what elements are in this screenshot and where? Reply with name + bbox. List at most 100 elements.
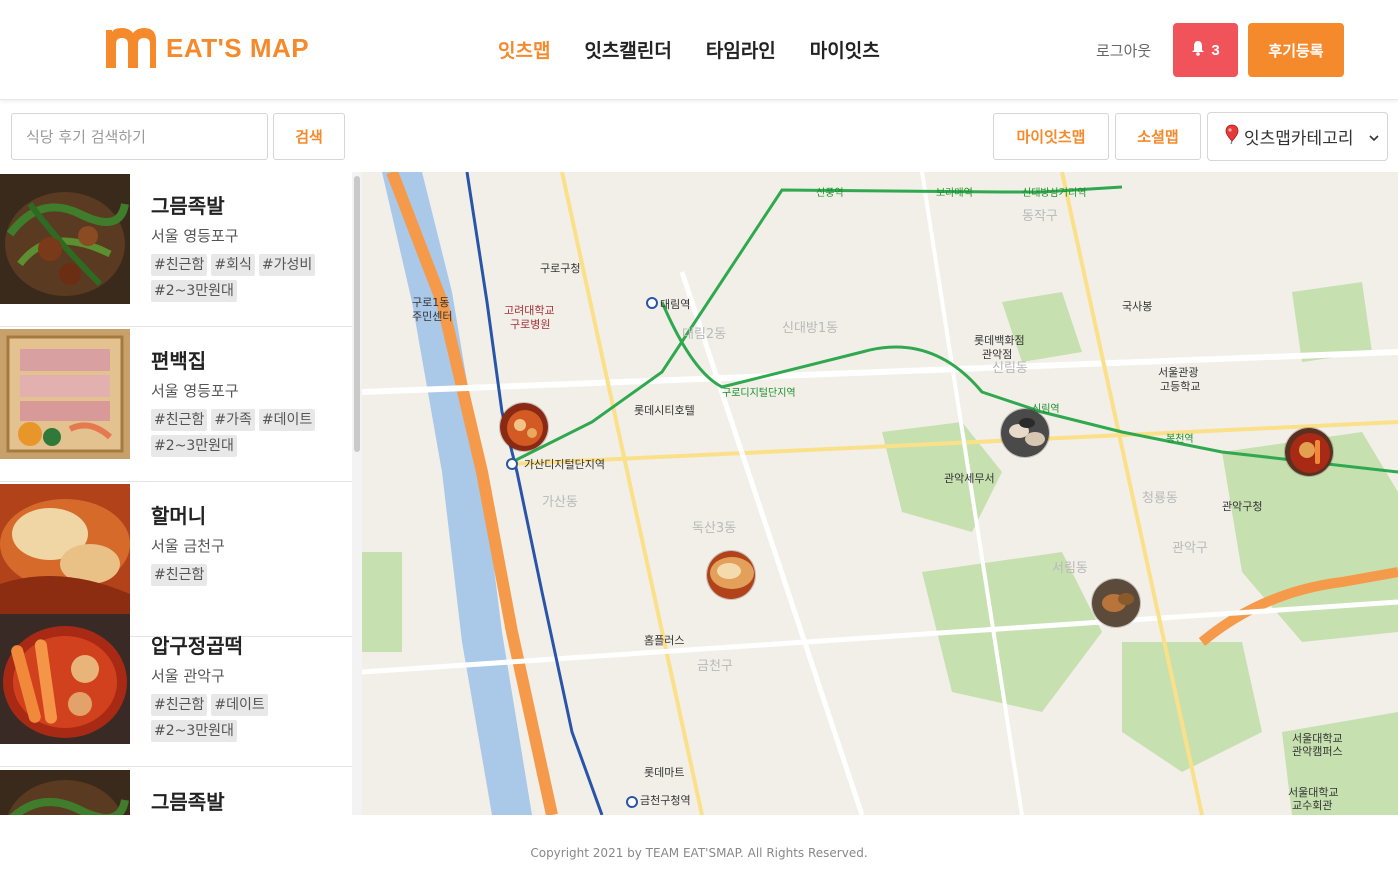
tag[interactable]: #친근함 — [151, 409, 208, 431]
restaurant-name: 압구정곱떡 — [151, 634, 243, 658]
logout-link[interactable]: 로그아웃 — [1096, 40, 1151, 61]
category-select[interactable]: 잇츠맵카테고리 — [1207, 112, 1388, 161]
svg-text:신풍역: 신풍역 — [816, 187, 844, 199]
svg-text:롯데백화점: 롯데백화점 — [974, 334, 1025, 347]
tag-list: #친근함 #회식 #가성비 #2~3만원대 — [151, 254, 341, 302]
chevron-down-icon — [1369, 130, 1379, 150]
tag[interactable]: #가족 — [211, 409, 255, 431]
restaurant-name: 그믐족발 — [151, 194, 225, 218]
tag[interactable]: #2~3만원대 — [151, 280, 237, 302]
restaurant-list[interactable]: 그믐족발 서울 영등포구 #친근함 #회식 #가성비 #2~3만원대 편백집 서… — [0, 172, 362, 815]
restaurant-photo — [0, 770, 130, 815]
svg-text:가산디지털단지역: 가산디지털단지역 — [524, 458, 605, 471]
svg-text:서울대학교: 서울대학교 — [1292, 732, 1343, 745]
logo[interactable]: EAT'S MAP — [104, 26, 309, 70]
restaurant-photo — [0, 174, 130, 304]
main-nav: 잇츠맵 잇츠캘린더 타임라인 마이잇츠 — [498, 36, 880, 63]
tag[interactable]: #회식 — [211, 254, 255, 276]
top-header: EAT'S MAP 잇츠맵 잇츠캘린더 타임라인 마이잇츠 로그아웃 3 후기등… — [0, 0, 1398, 100]
tag[interactable]: #친근함 — [151, 694, 208, 716]
svg-text:보라매역: 보라매역 — [936, 187, 973, 199]
svg-text:구로1동: 구로1동 — [412, 296, 449, 309]
svg-text:가산동: 가산동 — [542, 495, 578, 510]
map-marker-restaurant[interactable] — [1091, 578, 1141, 628]
tag[interactable]: #친근함 — [151, 564, 208, 586]
svg-text:신대방1동: 신대방1동 — [782, 321, 838, 336]
list-scrollbar-thumb[interactable] — [354, 176, 360, 452]
restaurant-location: 서울 관악구 — [151, 667, 225, 685]
nav-eatsmap[interactable]: 잇츠맵 — [498, 36, 550, 63]
svg-text:금천구청역: 금천구청역 — [640, 793, 691, 807]
svg-text:관악세무서: 관악세무서 — [944, 472, 995, 485]
social-map-button[interactable]: 소셜맵 — [1115, 113, 1201, 160]
category-select-label: 잇츠맵카테고리 — [1244, 129, 1354, 149]
notification-count: 3 — [1211, 41, 1220, 59]
svg-text:고등학교: 고등학교 — [1160, 380, 1200, 393]
restaurant-card[interactable]: 그믐족발 — [0, 768, 352, 815]
svg-text:대림2동: 대림2동 — [682, 327, 726, 342]
footer-copyright: Copyright 2021 by TEAM EAT'SMAP. All Rig… — [530, 846, 868, 860]
svg-text:롯데마트: 롯데마트 — [644, 766, 684, 779]
map-marker-restaurant[interactable] — [1284, 427, 1334, 477]
restaurant-location: 서울 영등포구 — [151, 382, 239, 400]
svg-text:서울관광: 서울관광 — [1158, 366, 1198, 379]
search-input[interactable] — [11, 113, 268, 160]
svg-text:구로디지털단지역: 구로디지털단지역 — [722, 387, 796, 399]
map-marker-restaurant[interactable] — [706, 550, 756, 600]
svg-text:청룡동: 청룡동 — [1142, 491, 1178, 506]
map-marker-restaurant[interactable] — [499, 402, 549, 452]
svg-text:서림동: 서림동 — [1052, 561, 1088, 576]
nav-my-eats[interactable]: 마이잇츠 — [810, 36, 880, 63]
svg-text:교수회관: 교수회관 — [1292, 799, 1332, 812]
map-view[interactable]: 동작구 관악구 금천구 신대방1동 대림2동 신림동 서림동 청룡동 독산3동 … — [362, 172, 1398, 815]
restaurant-photo — [0, 484, 130, 614]
restaurant-name: 편백집 — [151, 349, 207, 373]
restaurant-photo — [0, 329, 130, 459]
nav-timeline[interactable]: 타임라인 — [706, 36, 776, 63]
svg-text:국사봉: 국사봉 — [1122, 300, 1152, 313]
restaurant-name: 그믐족발 — [151, 790, 225, 814]
tag[interactable]: #데이트 — [211, 694, 268, 716]
svg-text:신림동: 신림동 — [992, 361, 1028, 376]
tag-list: #친근함 #데이트 #2~3만원대 — [151, 694, 341, 742]
svg-text:관악구: 관악구 — [1172, 541, 1208, 556]
add-review-button[interactable]: 후기등록 — [1248, 23, 1344, 77]
svg-text:구로병원: 구로병원 — [510, 318, 550, 331]
tag[interactable]: #2~3만원대 — [151, 435, 237, 457]
tag[interactable]: #가성비 — [258, 254, 316, 276]
restaurant-name: 할머니 — [151, 504, 207, 528]
svg-text:관악구청: 관악구청 — [1222, 500, 1262, 513]
logo-icon — [104, 26, 156, 70]
tag[interactable]: #친근함 — [151, 254, 208, 276]
tag-list: #친근함 — [151, 564, 341, 586]
svg-text:관악점: 관악점 — [982, 348, 1012, 361]
svg-text:동작구: 동작구 — [1022, 209, 1058, 224]
bell-icon — [1191, 40, 1205, 60]
svg-text:구로구청: 구로구청 — [540, 262, 580, 275]
svg-text:신대방삼거리역: 신대방삼거리역 — [1022, 187, 1086, 199]
svg-text:독산3동: 독산3동 — [692, 521, 736, 536]
notification-button[interactable]: 3 — [1173, 23, 1238, 77]
restaurant-photo — [0, 614, 130, 744]
svg-text:롯데시티호텔: 롯데시티호텔 — [634, 404, 695, 417]
nav-calendar[interactable]: 잇츠캘린더 — [584, 36, 671, 63]
svg-text:홈플러스: 홈플러스 — [644, 633, 684, 647]
logo-text: EAT'S MAP — [166, 32, 310, 63]
tag[interactable]: #2~3만원대 — [151, 720, 237, 742]
svg-text:고려대학교: 고려대학교 — [504, 304, 555, 317]
svg-text:봉천역: 봉천역 — [1166, 433, 1194, 445]
svg-text:서울대학교: 서울대학교 — [1288, 786, 1339, 799]
my-eats-map-button[interactable]: 마이잇츠맵 — [993, 113, 1109, 160]
map-marker-restaurant[interactable] — [1000, 408, 1050, 458]
restaurant-card[interactable]: 편백집 서울 영등포구 #친근함 #가족 #데이트 #2~3만원대 — [0, 327, 352, 482]
restaurant-card[interactable]: 압구정곱떡 서울 관악구 #친근함 #데이트 #2~3만원대 — [0, 612, 352, 767]
map-tiles: 동작구 관악구 금천구 신대방1동 대림2동 신림동 서림동 청룡동 독산3동 … — [362, 172, 1398, 815]
restaurant-location: 서울 영등포구 — [151, 227, 239, 245]
search-button[interactable]: 검색 — [273, 113, 345, 160]
tag-list: #친근함 #가족 #데이트 #2~3만원대 — [151, 409, 341, 457]
map-pin-icon — [1224, 124, 1240, 149]
restaurant-location: 서울 금천구 — [151, 537, 225, 555]
tag[interactable]: #데이트 — [258, 409, 316, 431]
svg-text:관악캠퍼스: 관악캠퍼스 — [1292, 745, 1343, 758]
restaurant-card[interactable]: 그믐족발 서울 영등포구 #친근함 #회식 #가성비 #2~3만원대 — [0, 172, 352, 327]
